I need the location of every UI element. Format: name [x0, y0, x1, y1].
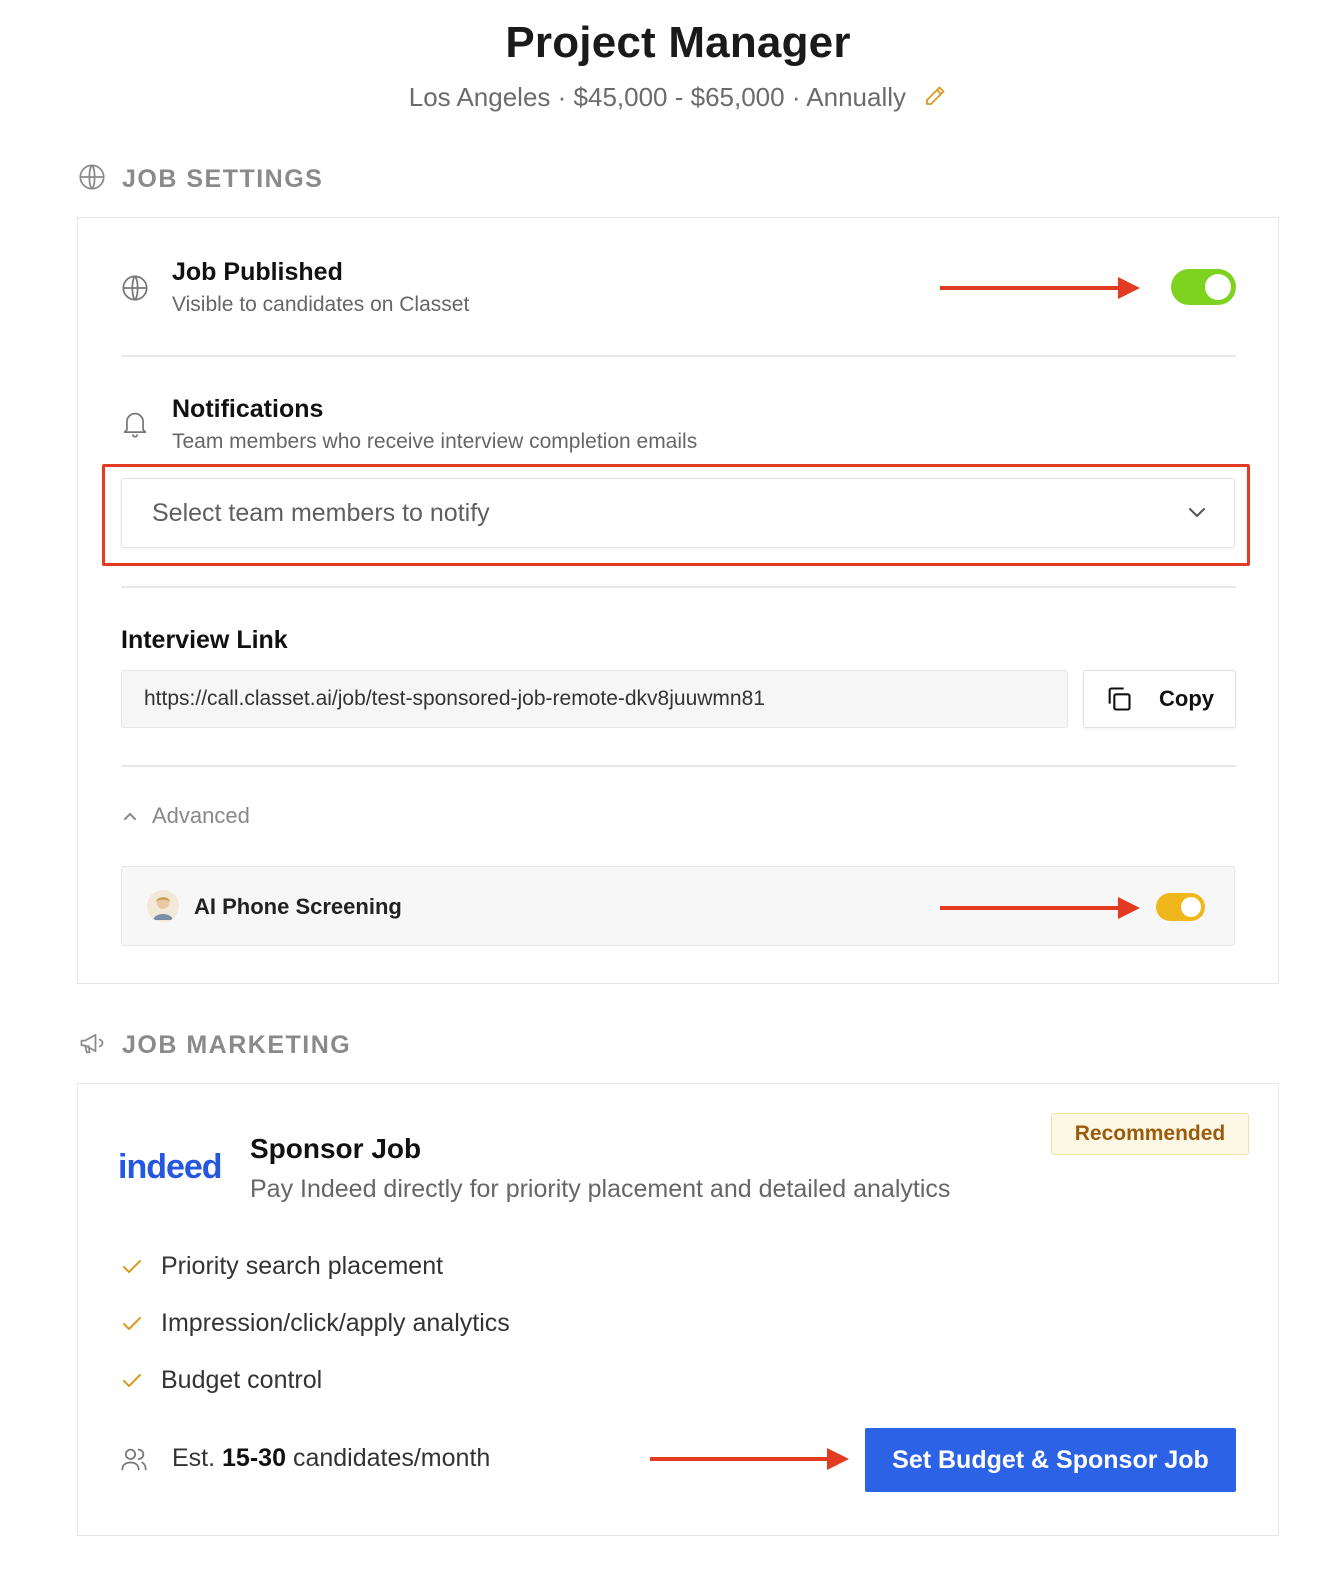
meta-separator: · [784, 82, 807, 112]
sponsor-job-title: Sponsor Job [250, 1133, 422, 1164]
cta-label: Set Budget & Sponsor Job [892, 1445, 1209, 1474]
chevron-up-icon [122, 810, 138, 822]
interview-link-url: https://call.classet.ai/job/test-sponsor… [144, 687, 765, 710]
job-pay-period: Annually [806, 82, 907, 112]
job-meta: Los Angeles · $45,000 - $65,000 · Annual… [0, 82, 1340, 115]
set-budget-sponsor-button[interactable]: Set Budget & Sponsor Job [865, 1428, 1236, 1492]
section-label: JOB SETTINGS [122, 165, 324, 193]
checkmark-icon [121, 1258, 143, 1276]
copy-link-button[interactable]: Copy [1083, 670, 1236, 728]
section-label: JOB MARKETING [122, 1031, 352, 1059]
feature-label: Budget control [161, 1366, 323, 1394]
estimate-range: 15-30 [222, 1444, 286, 1472]
ai-agent-avatar [147, 890, 179, 922]
globe-icon [121, 274, 149, 307]
recommended-badge: Recommended [1051, 1113, 1249, 1155]
feature-item: Budget control [121, 1366, 322, 1395]
job-settings-header: JOB SETTINGS [78, 163, 323, 196]
annotation-arrow [940, 277, 1140, 299]
divider [121, 765, 1236, 767]
job-location: Los Angeles [408, 82, 551, 112]
candidate-estimate: Est. 15-30 candidates/month [120, 1444, 490, 1473]
interview-link-title: Interview Link [121, 626, 288, 654]
estimate-prefix: Est. [172, 1444, 216, 1472]
feature-label: Impression/click/apply analytics [161, 1309, 510, 1337]
copy-label: Copy [1159, 686, 1214, 711]
copy-icon [1105, 685, 1133, 713]
divider [121, 586, 1236, 588]
annotation-arrow [940, 897, 1140, 919]
meta-separator: · [550, 82, 574, 112]
job-published-title: Job Published [172, 258, 343, 286]
job-marketing-header: JOB MARKETING [78, 1029, 351, 1062]
edit-pencil-icon[interactable] [923, 84, 947, 115]
ai-phone-screening-label: AI Phone Screening [194, 894, 402, 919]
estimate-suffix: candidates/month [292, 1444, 491, 1472]
annotation-arrow [650, 1448, 849, 1470]
ai-phone-screening-toggle[interactable] [1156, 893, 1205, 921]
feature-item: Impression/click/apply analytics [121, 1309, 510, 1338]
notifications-subtitle: Team members who receive interview compl… [172, 430, 698, 453]
page-title: Project Manager [505, 18, 851, 67]
badge-label: Recommended [1074, 1122, 1226, 1145]
advanced-toggle[interactable]: Advanced [122, 803, 250, 829]
globe-icon [78, 163, 106, 196]
job-salary: $45,000 - $65,000 [573, 82, 785, 112]
sponsor-job-subtitle: Pay Indeed directly for priority placeme… [250, 1175, 951, 1203]
feature-label: Priority search placement [161, 1252, 444, 1280]
divider [121, 355, 1236, 357]
indeed-logo: indeed [118, 1148, 223, 1186]
job-published-subtitle: Visible to candidates on Classet [172, 293, 470, 316]
interview-link-field[interactable]: https://call.classet.ai/job/test-sponsor… [121, 670, 1068, 728]
feature-item: Priority search placement [121, 1252, 443, 1281]
checkmark-icon [121, 1315, 143, 1333]
megaphone-icon [78, 1029, 106, 1062]
advanced-label: Advanced [152, 803, 250, 828]
bell-icon [121, 409, 149, 444]
notifications-title: Notifications [172, 395, 324, 423]
job-published-toggle[interactable] [1171, 269, 1236, 305]
users-icon [120, 1445, 148, 1473]
checkmark-icon [121, 1372, 143, 1390]
annotation-highlight-box [102, 464, 1250, 566]
